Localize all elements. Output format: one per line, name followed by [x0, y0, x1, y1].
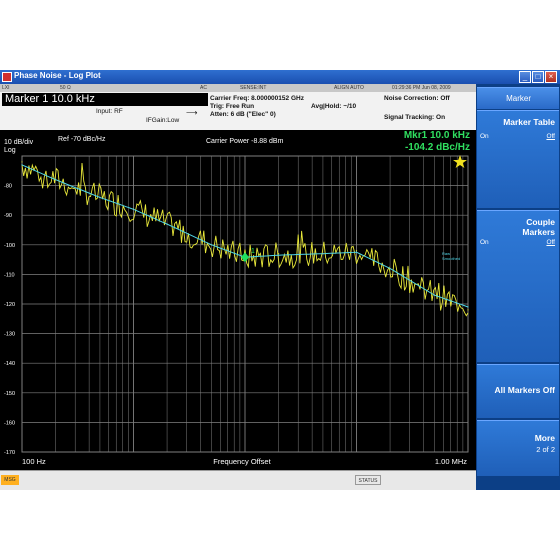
- y-tick-label: -90: [4, 213, 12, 219]
- marker-table-off: Off: [546, 133, 555, 140]
- softkey-marker-table[interactable]: Marker Table On Off: [477, 110, 559, 208]
- trace-point: [467, 306, 469, 308]
- ifgain-label: IFGain:Low: [146, 117, 180, 124]
- marker-table-label: Marker Table: [503, 117, 555, 127]
- info-panel: Marker 1 10.0 kHz Input: RF ⟶ IFGain:Low…: [0, 92, 476, 130]
- trace-point: [433, 294, 436, 296]
- x-stop-label: 1.00 MHz: [435, 457, 467, 466]
- trace-point: [21, 164, 23, 166]
- trace-point: [467, 309, 469, 311]
- signal-tracking-label: Signal Tracking: On: [384, 114, 446, 121]
- couple-markers-label-1: Couple: [526, 217, 555, 227]
- couple-markers-label-2: Markers: [522, 227, 555, 237]
- couple-markers-on: On: [480, 239, 489, 246]
- x-axis-title: Frequency Offset: [213, 457, 271, 466]
- carrier-power-label: Carrier Power -8.88 dBm: [206, 138, 284, 145]
- carrier-freq-label: Carrier Freq: 8.000000152 GHz: [210, 95, 304, 102]
- window-title: Phase Noise - Log Plot: [14, 71, 101, 80]
- phase-noise-window: Phase Noise - Log Plot _ □ × LXI 50 Ω AC…: [0, 70, 560, 490]
- title-bar: Phase Noise - Log Plot _ □ ×: [0, 70, 560, 84]
- trace-point: [210, 244, 213, 246]
- trace-point: [277, 254, 280, 256]
- y-tick-label: -120: [4, 302, 15, 308]
- ref-level-label: Ref -70 dBc/Hz: [58, 136, 106, 143]
- plot-svg: -80 -90 -100 -110 -120 -130 -140 -150 -160 -170 1…: [4, 130, 470, 466]
- maximize-button[interactable]: □: [532, 71, 544, 83]
- sense-label: SENSE:INT: [240, 85, 267, 91]
- scale-label: 10 dB/div: [4, 139, 34, 146]
- y-tick-label: -140: [4, 361, 15, 367]
- lxi-label: LXI: [2, 85, 10, 91]
- trace-point: [389, 267, 391, 270]
- marker-table-on: On: [480, 133, 489, 140]
- msg-indicator[interactable]: MSG: [1, 475, 19, 485]
- marker-star-icon: [453, 155, 467, 168]
- marker-readout-level: -104.2 dBc/Hz: [405, 142, 470, 153]
- y-tick-label: -110: [4, 272, 15, 278]
- plot-grid: [21, 155, 469, 453]
- x-start-label: 100 Hz: [22, 457, 46, 466]
- more-page-label: 2 of 2: [536, 445, 555, 454]
- datetime-label: 01:29:36 PM Jun 08, 2009: [392, 85, 451, 91]
- trace-point: [322, 253, 324, 255]
- softkey-couple-markers[interactable]: Couple Markers On Off: [477, 210, 559, 362]
- y-tick-labels: -80 -90 -100 -110 -120 -130 -140 -150 -160 -170: [4, 184, 15, 456]
- trace-point: [99, 196, 101, 199]
- minimize-button[interactable]: _: [519, 71, 531, 83]
- trace-point: [54, 179, 57, 181]
- active-marker-display[interactable]: Marker 1 10.0 kHz: [2, 93, 208, 106]
- y-tick-label: -170: [4, 450, 15, 456]
- trace-point: [355, 251, 358, 253]
- coupling-label: AC: [200, 85, 207, 91]
- atten-label: Atten: 6 dB ("Elec" 0): [210, 111, 276, 118]
- trace-label-smoothed: Smoothed: [442, 256, 460, 261]
- status-label[interactable]: STATUS: [355, 475, 381, 485]
- trace-point: [355, 250, 358, 252]
- noise-correction-label: Noise Correction: Off: [384, 95, 450, 102]
- all-markers-off-label: All Markers Off: [494, 385, 555, 395]
- trace-point: [166, 223, 168, 225]
- trig-label: Trig: Free Run: [210, 103, 255, 110]
- scale-type-label: Log: [4, 147, 16, 154]
- softkey-menu-header: Marker: [477, 87, 559, 109]
- couple-markers-off: Off: [546, 239, 555, 246]
- close-button[interactable]: ×: [545, 71, 557, 83]
- softkey-all-markers-off[interactable]: All Markers Off: [477, 364, 559, 418]
- y-tick-label: -150: [4, 391, 15, 397]
- softkey-header-label: Marker: [506, 94, 531, 103]
- status-bar: MSG STATUS: [0, 470, 476, 490]
- input-label: Input: RF: [96, 108, 123, 115]
- settings-bar: LXI 50 Ω AC SENSE:INT ALIGN AUTO 01:29:3…: [0, 84, 476, 92]
- marker-1-label: 1: [251, 248, 255, 255]
- y-tick-label: -130: [4, 332, 15, 338]
- trace-point: [21, 161, 23, 163]
- softkey-more[interactable]: More 2 of 2: [477, 420, 559, 476]
- y-tick-label: -100: [4, 243, 15, 249]
- avg-hold-label: Avg|Hold: ~/10: [311, 103, 357, 110]
- softkey-panel: Marker Marker Table On Off Couple Marker…: [476, 84, 560, 490]
- marker-1-diamond: [241, 252, 249, 263]
- y-tick-label: -160: [4, 420, 15, 426]
- marker-readout-freq: Mkr1 10.0 kHz: [404, 130, 470, 141]
- trace-point: [277, 253, 280, 255]
- align-label: ALIGN AUTO: [334, 85, 364, 91]
- input-arrow-icon: ⟶: [186, 108, 198, 117]
- more-label: More: [534, 433, 555, 443]
- phase-noise-plot[interactable]: -80 -90 -100 -110 -120 -130 -140 -150 -160 -170 1…: [0, 130, 476, 470]
- trace-point: [132, 208, 135, 210]
- y-tick-label: -80: [4, 184, 12, 190]
- impedance-label: 50 Ω: [60, 85, 71, 91]
- app-icon: [2, 72, 12, 82]
